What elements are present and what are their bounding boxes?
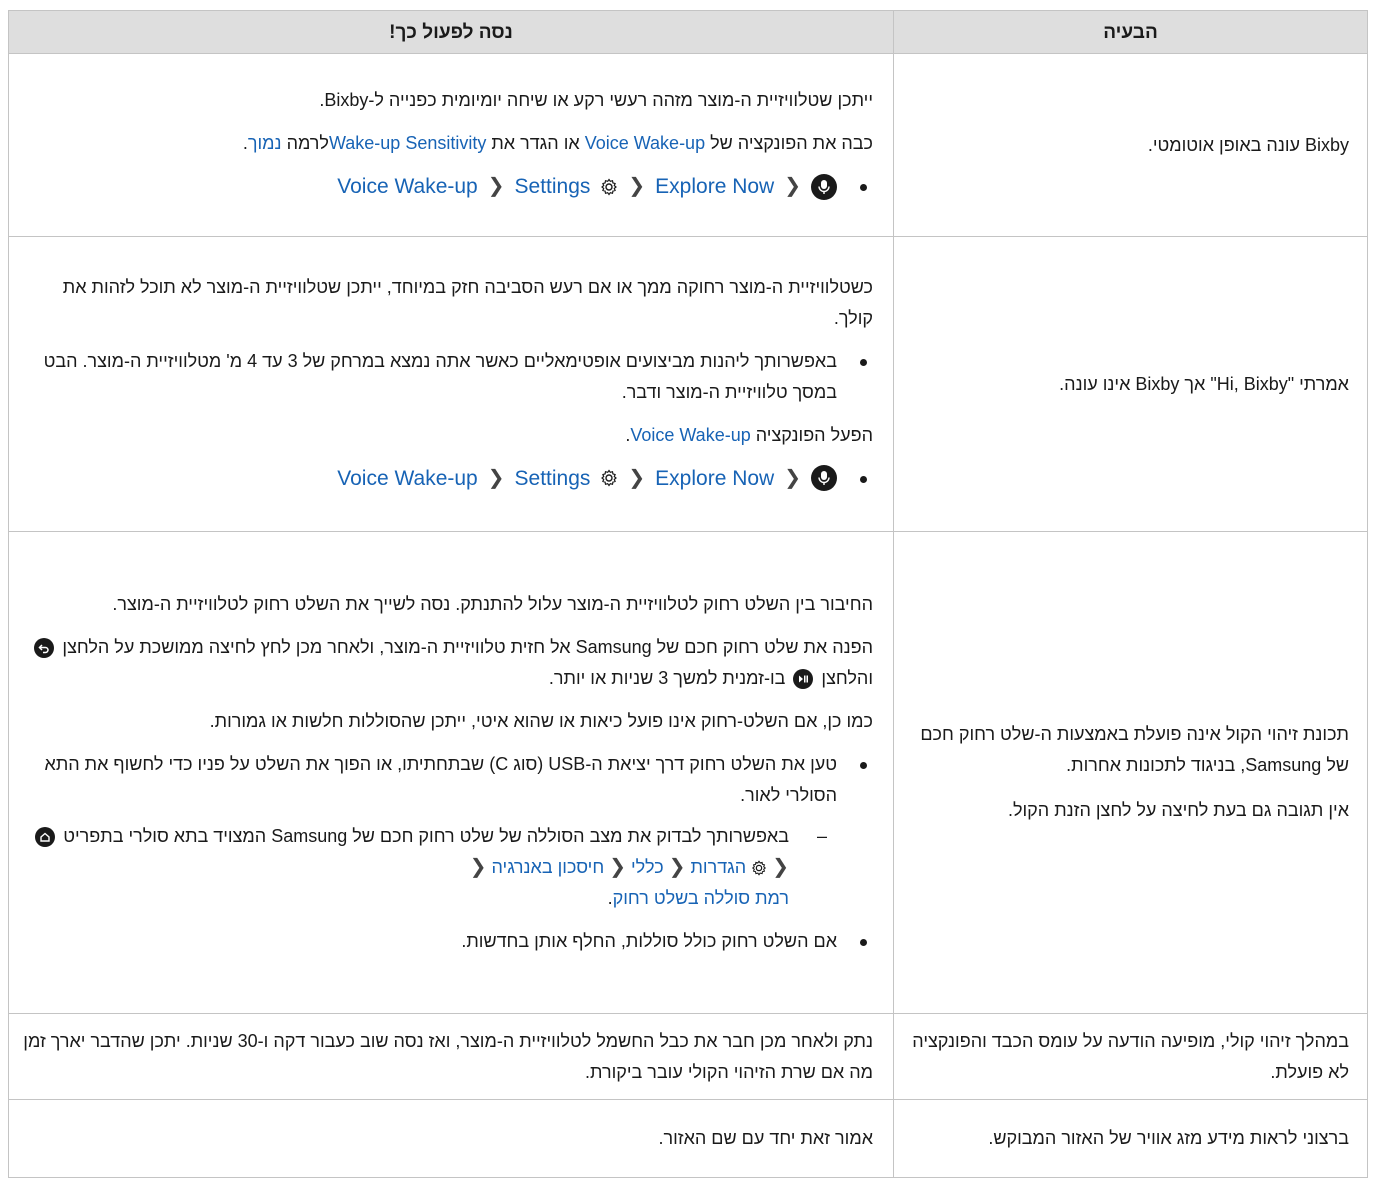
explore-now-link[interactable]: Explore Now	[655, 463, 774, 494]
remote-battery-level-link[interactable]: רמת סוללה בשלט רחוק	[613, 888, 789, 908]
gear-icon	[600, 469, 618, 487]
menu-path: ❮ Explore Now ❮ Settings ❮ Voice Wake-up	[337, 171, 837, 202]
table-row: Bixby עונה באופן אוטומטי. ייתכן שטלוויזי…	[8, 53, 1368, 237]
bullet-list: טען את השלט רחוק דרך יציאת ה-USB (סוג C)…	[23, 749, 873, 957]
path-list: ❮ Explore Now ❮ Settings ❮ Voice Wake-up	[23, 463, 873, 497]
voice-wakeup-path-link[interactable]: Voice Wake-up	[337, 171, 477, 202]
chevron-left-icon: ❮	[784, 466, 801, 489]
problem-cell: במהלך זיהוי קולי, מופיעה הודעה על עומס ה…	[893, 1013, 1368, 1100]
list-item: באפשרותך ליהנות מביצועים אופטימאליים כאש…	[23, 346, 873, 408]
play-pause-button-icon	[793, 668, 814, 689]
menu-path: ❮ Explore Now ❮ Settings ❮ Voice Wake-up	[337, 463, 837, 494]
problem-text: ברצוני לראות מידע מזג אוויר של האזור המב…	[988, 1128, 1349, 1148]
problem-cell: תכונת זיהוי הקול אינה פועלת באמצעות ה-של…	[893, 531, 1368, 1014]
problem-text: אין תגובה גם בעת לחיצה על לחצן הזנת הקול…	[1007, 800, 1349, 820]
chevron-left-icon: ❮	[628, 466, 646, 489]
chevron-left-icon: ❮	[609, 855, 626, 878]
settings-link[interactable]: Settings	[515, 463, 591, 494]
chevron-left-icon: ❮	[668, 855, 686, 878]
chevron-left-icon: ❮	[628, 175, 646, 198]
explore-now-link[interactable]: Explore Now	[655, 171, 774, 202]
list-item: ❮ Explore Now ❮ Settings ❮ Voice Wake-up	[23, 171, 873, 205]
list-item: טען את השלט רחוק דרך יציאת ה-USB (סוג C)…	[23, 749, 873, 914]
solution-paragraph: הפעל הפונקציה Voice Wake-up.	[625, 424, 873, 445]
solution-paragraph: כבה את הפונקציה של Voice Wake-up או הגדר…	[242, 133, 873, 154]
solution-paragraph: החיבור בין השלט רחוק לטלוויזיית ה-מוצר ע…	[112, 593, 873, 614]
power-saving-menu-link[interactable]: חיסכון באנרגיה	[491, 857, 604, 877]
problem-cell: ברצוני לראות מידע מזג אוויר של האזור המב…	[893, 1099, 1368, 1178]
header-solution: נסה לפעול כך!	[8, 10, 894, 54]
table-row: אמרתי "Hi, Bixby" אך Bixby אינו עונה. כש…	[8, 236, 1368, 532]
path-list: ❮ Explore Now ❮ Settings ❮ Voice Wake-up	[23, 171, 873, 205]
table-row: תכונת זיהוי הקול אינה פועלת באמצעות ה-של…	[8, 531, 1368, 1014]
problem-text: תכונת זיהוי הקול אינה פועלת באמצעות ה-של…	[920, 724, 1349, 775]
solution-paragraph: ייתכן שטלוויזיית ה-מוצר מזהה רעשי רקע או…	[319, 90, 873, 111]
troubleshooting-table: הבעיה נסה לפעול כך! Bixby עונה באופן אוט…	[8, 10, 1368, 1178]
return-button-icon	[34, 637, 55, 658]
solution-paragraph: נתק ולאחר מכן חבר את כבל החשמל לטלוויזיי…	[23, 1030, 873, 1082]
list-item: באפשרותך לבדוק את מצב הסוללה של שלט רחוק…	[23, 821, 837, 914]
table-header-row: הבעיה נסה לפעול כך!	[8, 10, 1368, 54]
solution-paragraph: כשטלוויזיית ה-מוצר רחוקה ממך או אם רעש ה…	[62, 276, 873, 328]
problem-cell: Bixby עונה באופן אוטומטי.	[893, 53, 1368, 237]
table-row: במהלך זיהוי קולי, מופיעה הודעה על עומס ה…	[8, 1013, 1368, 1100]
solution-cell: ייתכן שטלוויזיית ה-מוצר מזהה רעשי רקע או…	[8, 53, 894, 237]
chevron-left-icon: ❮	[487, 466, 505, 489]
solution-paragraph: כמו כן, אם השלט-רחוק אינו פועל כיאות או …	[209, 710, 873, 731]
problem-text: Bixby עונה באופן אוטומטי.	[1147, 134, 1349, 155]
voice-wakeup-path-link[interactable]: Voice Wake-up	[337, 463, 477, 494]
microphone-icon	[811, 173, 837, 200]
voice-wakeup-link[interactable]: Voice Wake-up	[585, 133, 705, 153]
settings-menu-link[interactable]: הגדרות	[690, 857, 746, 877]
solution-cell: נתק ולאחר מכן חבר את כבל החשמל לטלוויזיי…	[8, 1013, 894, 1100]
solution-cell: החיבור בין השלט רחוק לטלוויזיית ה-מוצר ע…	[8, 531, 894, 1014]
dash-list: באפשרותך לבדוק את מצב הסוללה של שלט רחוק…	[23, 821, 837, 914]
chevron-left-icon: ❮	[469, 855, 487, 878]
bullet-list: באפשרותך ליהנות מביצועים אופטימאליים כאש…	[23, 346, 873, 408]
solution-cell: כשטלוויזיית ה-מוצר רחוקה ממך או אם רעש ה…	[8, 236, 894, 532]
voice-wakeup-link[interactable]: Voice Wake-up	[630, 425, 750, 445]
header-problem: הבעיה	[893, 10, 1368, 54]
problem-text: אמרתי "Hi, Bixby" אך Bixby אינו עונה.	[1059, 373, 1349, 394]
gear-icon	[600, 178, 618, 196]
list-item: אם השלט רחוק כולל סוללות, החלף אותן בחדש…	[23, 926, 873, 957]
solution-cell: אמור זאת יחד עם שם האזור.	[8, 1099, 894, 1178]
problem-cell: אמרתי "Hi, Bixby" אך Bixby אינו עונה.	[893, 236, 1368, 532]
problem-text: במהלך זיהוי קולי, מופיעה הודעה על עומס ה…	[912, 1030, 1349, 1082]
settings-link[interactable]: Settings	[515, 171, 591, 202]
low-level-link[interactable]: נמוך	[248, 133, 282, 153]
general-menu-link[interactable]: כללי	[631, 857, 664, 877]
table-row: ברצוני לראות מידע מזג אוויר של האזור המב…	[8, 1099, 1368, 1178]
microphone-icon	[811, 465, 837, 492]
list-item: ❮ Explore Now ❮ Settings ❮ Voice Wake-up	[23, 463, 873, 497]
chevron-left-icon: ❮	[487, 175, 505, 198]
gear-icon	[751, 860, 767, 876]
wakeup-sensitivity-link[interactable]: Wake-up Sensitivity	[329, 133, 486, 153]
chevron-left-icon: ❮	[784, 175, 801, 198]
solution-paragraph: הפנה את שלט רחוק חכם של Samsung אל חזית …	[23, 632, 873, 694]
solution-paragraph: אמור זאת יחד עם שם האזור.	[658, 1128, 873, 1148]
home-icon	[35, 826, 56, 847]
chevron-left-icon: ❮	[772, 855, 789, 878]
